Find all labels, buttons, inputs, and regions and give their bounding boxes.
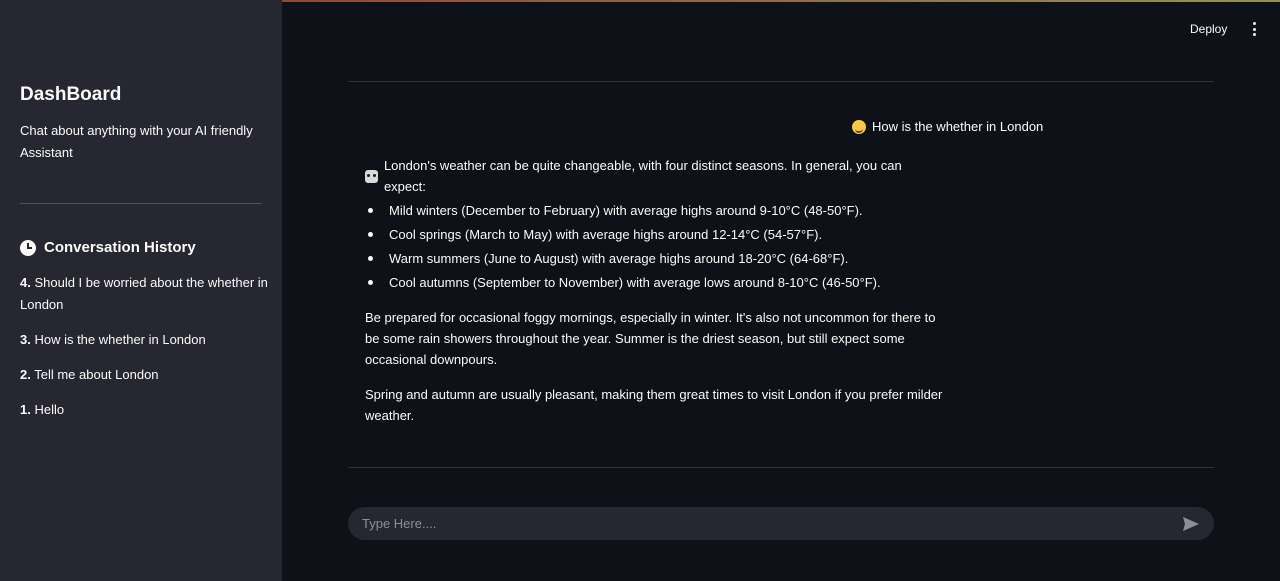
user-message: How is the whether in London: [852, 117, 1043, 137]
list-item: Mild winters (December to February) with…: [365, 200, 945, 221]
list-item: Warm summers (June to August) with avera…: [365, 248, 945, 269]
chat-divider-top: [348, 81, 1214, 82]
history-item-1[interactable]: 1. Hello: [20, 399, 268, 421]
chat-divider-bottom: [348, 467, 1214, 468]
assistant-paragraph-2: Spring and autumn are usually pleasant, …: [365, 387, 943, 423]
chat-input-container: [348, 507, 1214, 540]
history-item-4[interactable]: 4. Should I be worried about the whether…: [20, 272, 268, 316]
list-item: Cool autumns (September to November) wit…: [365, 272, 945, 293]
send-button[interactable]: [1176, 509, 1206, 539]
history-item-number: 1.: [20, 402, 31, 417]
list-item: Cool springs (March to May) with average…: [365, 224, 945, 245]
send-icon: [1183, 516, 1199, 531]
assistant-message: London's weather can be quite changeable…: [365, 155, 945, 426]
history-item-2[interactable]: 2. Tell me about London: [20, 364, 268, 386]
conversation-history-heading: Conversation History: [20, 239, 196, 256]
assistant-intro: London's weather can be quite changeable…: [383, 158, 902, 194]
conversation-history-label: Conversation History: [44, 239, 196, 256]
sidebar-subtitle: Chat about anything with your AI friendl…: [20, 123, 253, 160]
sidebar: DashBoard Chat about anything with your …: [0, 0, 282, 581]
history-item-text: Should I be worried about the whether in…: [20, 275, 268, 312]
assistant-paragraph-1: Be prepared for occasional foggy morning…: [365, 310, 936, 367]
user-message-text: How is the whether in London: [872, 119, 1044, 134]
history-item-number: 2.: [20, 367, 31, 382]
sidebar-divider: [20, 203, 262, 204]
user-avatar-icon: [852, 120, 866, 134]
assistant-bullet-list: Mild winters (December to February) with…: [365, 200, 945, 293]
history-item-text: How is the whether in London: [30, 332, 206, 347]
deploy-button[interactable]: Deploy: [1190, 20, 1227, 38]
history-item-text: Tell me about London: [30, 367, 159, 382]
history-item-text: Hello: [30, 402, 65, 417]
chat-input[interactable]: [348, 507, 1176, 540]
bot-icon: [365, 169, 378, 183]
history-item-number: 4.: [20, 275, 31, 290]
history-item-number: 3.: [20, 332, 31, 347]
conversation-history-list: 4. Should I be worried about the whether…: [20, 272, 268, 434]
history-item-3[interactable]: 3. How is the whether in London: [20, 329, 268, 351]
clock-icon: [20, 239, 36, 256]
sidebar-title: DashBoard: [20, 84, 122, 105]
kebab-menu-icon[interactable]: [1250, 22, 1258, 36]
